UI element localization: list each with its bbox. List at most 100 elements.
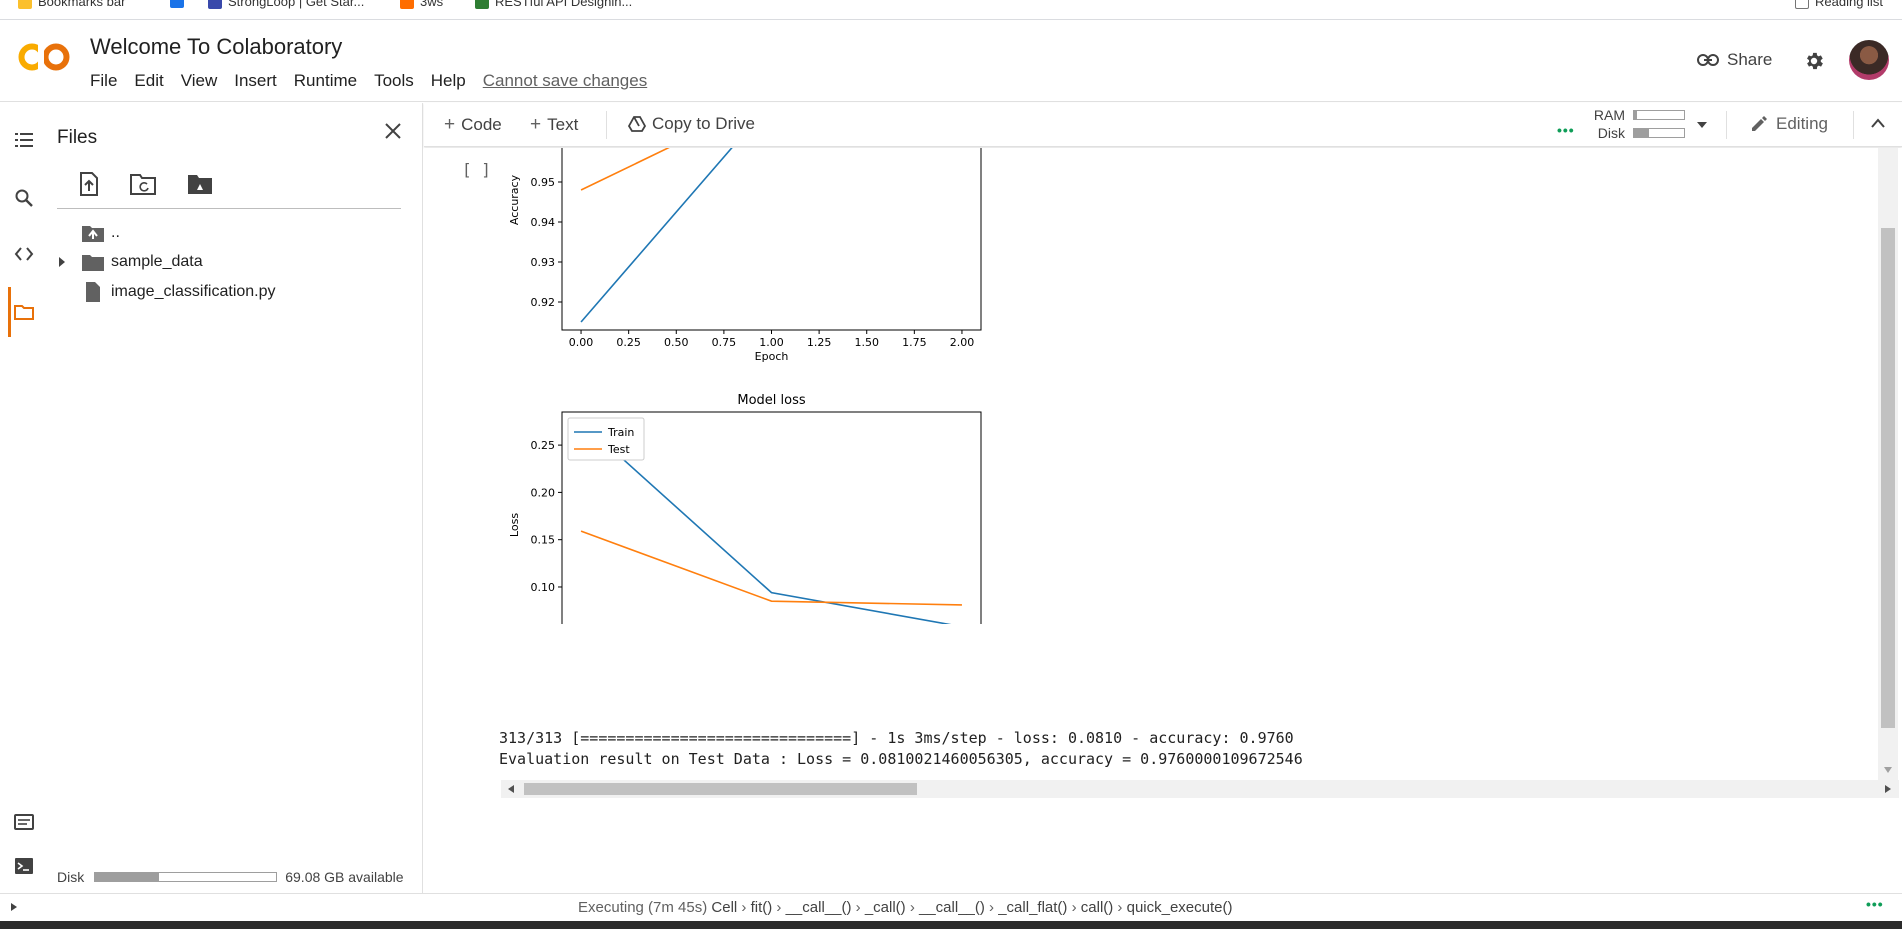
bookmark-maps[interactable] bbox=[170, 0, 184, 8]
refresh-folder-icon[interactable] bbox=[129, 171, 157, 197]
y-axis-label: Accuracy bbox=[508, 174, 521, 225]
trace-separator: › bbox=[1113, 899, 1127, 916]
accuracy-chart: 0.00 0.25 0.50 0.75 1.00 1.25 1.50 1.75 2.00 0.92… bbox=[508, 148, 982, 363]
editing-mode-button[interactable]: Editing bbox=[1750, 114, 1828, 134]
table-of-contents-icon[interactable] bbox=[13, 129, 35, 151]
tree-item-image-classification[interactable]: image_classification.py bbox=[43, 280, 276, 304]
disk-fill bbox=[1634, 129, 1649, 137]
upload-file-icon[interactable] bbox=[77, 171, 101, 197]
share-label: Share bbox=[1727, 50, 1773, 69]
x-tick-label: 1.25 bbox=[807, 336, 832, 349]
mount-drive-icon[interactable] bbox=[186, 171, 214, 197]
app-header: Welcome To Colaboratory File Edit View I… bbox=[0, 20, 1902, 102]
expand-status-icon[interactable] bbox=[10, 902, 18, 912]
series-line-test bbox=[580, 148, 670, 191]
restful-icon bbox=[475, 0, 489, 9]
y-tick-label: 0.96 bbox=[531, 148, 556, 149]
tree-item-sample-data[interactable]: sample_data bbox=[43, 250, 203, 274]
menu-view[interactable]: View bbox=[181, 71, 218, 91]
trace-frame[interactable]: _call() bbox=[865, 899, 906, 916]
files-title: Files bbox=[57, 127, 98, 148]
notebook-title[interactable]: Welcome To Colaboratory bbox=[90, 34, 342, 60]
aws-icon bbox=[400, 0, 414, 9]
reading-list-button[interactable]: Reading list bbox=[1795, 0, 1883, 9]
scroll-down-icon[interactable] bbox=[1884, 766, 1892, 774]
ram-bar bbox=[1633, 110, 1685, 120]
divider bbox=[57, 208, 401, 209]
menu-file[interactable]: File bbox=[90, 71, 117, 91]
files-panel: Files .. sample_data image_classificatio… bbox=[43, 103, 423, 893]
avatar[interactable] bbox=[1849, 40, 1889, 80]
y-tick-label: 0.94 bbox=[531, 216, 556, 229]
tree-item-parent[interactable]: .. bbox=[43, 221, 120, 245]
colab-logo-icon bbox=[18, 42, 70, 72]
status-bar: Executing (7m 45s) Cell › fit() › __call… bbox=[0, 893, 1902, 921]
search-icon[interactable] bbox=[13, 187, 35, 209]
bookmark-bookmarks-bar[interactable]: Bookmarks bar bbox=[18, 0, 125, 9]
bookmark-3ws[interactable]: 3ws bbox=[400, 0, 443, 9]
cannot-save-link[interactable]: Cannot save changes bbox=[483, 71, 647, 91]
notebook-area: [ ] 0.00 0.25 0.50 0.75 1.00 1.25 1.50 1.75 2.00… bbox=[424, 148, 1902, 893]
resource-monitor[interactable]: RAM Disk bbox=[1555, 106, 1685, 142]
folder-icon bbox=[82, 255, 104, 271]
menu-insert[interactable]: Insert bbox=[234, 71, 277, 91]
folder-icon[interactable] bbox=[13, 301, 35, 323]
copy-to-drive-button[interactable]: Copy to Drive bbox=[628, 114, 755, 134]
settings-button[interactable] bbox=[1803, 50, 1825, 77]
bookmark-restful[interactable]: RESTful API Designin... bbox=[475, 0, 632, 9]
vertical-scrollbar[interactable] bbox=[1878, 148, 1898, 780]
x-tick-label: 0.50 bbox=[664, 336, 689, 349]
y-axis-label: Loss bbox=[508, 513, 521, 537]
execution-status[interactable]: Executing (7m 45s) Cell › fit() › __call… bbox=[578, 899, 1233, 916]
plus-icon: + bbox=[444, 114, 456, 135]
trace-frame[interactable]: __call__() bbox=[786, 899, 852, 916]
add-code-button[interactable]: + Code bbox=[444, 114, 502, 136]
y-tick-label: 0.92 bbox=[531, 296, 556, 309]
vertical-scroll-thumb[interactable] bbox=[1881, 228, 1895, 728]
maps-icon bbox=[170, 0, 184, 8]
y-tick-label: 0.20 bbox=[531, 486, 556, 499]
left-rail bbox=[0, 103, 43, 893]
trace-frame[interactable]: __call__() bbox=[919, 899, 985, 916]
trace-separator: › bbox=[772, 899, 786, 916]
trace-frame[interactable]: fit() bbox=[751, 899, 773, 916]
legend-label: Test bbox=[607, 443, 630, 456]
toolbar-divider bbox=[1853, 111, 1854, 139]
trace-separator: › bbox=[1067, 899, 1081, 916]
menu-runtime[interactable]: Runtime bbox=[294, 71, 357, 91]
close-icon[interactable] bbox=[383, 121, 403, 141]
y-tick-label: 0.93 bbox=[531, 256, 556, 269]
add-text-button[interactable]: + Text bbox=[530, 114, 578, 136]
disk-usage-fill bbox=[95, 873, 159, 881]
output-line: 313/313 [==============================]… bbox=[499, 729, 1294, 747]
horizontal-scrollbar[interactable] bbox=[501, 780, 1899, 798]
chevron-down-icon[interactable] bbox=[1696, 120, 1708, 130]
trace-frame[interactable]: quick_execute() bbox=[1127, 899, 1233, 916]
trace-frame[interactable]: call() bbox=[1081, 899, 1114, 916]
os-taskbar bbox=[0, 921, 1902, 929]
menu-edit[interactable]: Edit bbox=[134, 71, 163, 91]
colab-logo[interactable] bbox=[18, 42, 72, 77]
menu-tools[interactable]: Tools bbox=[374, 71, 414, 91]
terminal-icon[interactable] bbox=[13, 855, 35, 877]
horizontal-scroll-thumb[interactable] bbox=[524, 783, 917, 795]
trace-frame[interactable]: _call_flat() bbox=[998, 899, 1067, 916]
share-button[interactable]: Share bbox=[1697, 50, 1772, 70]
link-icon bbox=[1697, 54, 1719, 66]
chevron-right-icon[interactable] bbox=[57, 256, 67, 268]
bookmark-strongloop[interactable]: StrongLoop | Get Star... bbox=[208, 0, 364, 9]
strongloop-icon bbox=[208, 0, 222, 9]
scroll-left-icon[interactable] bbox=[507, 784, 515, 794]
x-tick-label: 0.00 bbox=[569, 336, 594, 349]
bookmarks-bar: Bookmarks bar StrongLoop | Get Star... 3… bbox=[0, 0, 1902, 20]
command-palette-icon[interactable] bbox=[13, 811, 35, 833]
menu-help[interactable]: Help bbox=[431, 71, 466, 91]
ram-fill bbox=[1634, 111, 1637, 119]
legend-label: Train bbox=[607, 426, 634, 439]
x-tick-label: 1.75 bbox=[902, 336, 927, 349]
scroll-right-icon[interactable] bbox=[1884, 784, 1892, 794]
chevron-up-icon[interactable] bbox=[1870, 117, 1886, 129]
trace-cell[interactable]: Cell bbox=[711, 899, 737, 916]
menu-bar: File Edit View Insert Runtime Tools Help… bbox=[90, 71, 664, 91]
code-snippets-icon[interactable] bbox=[13, 243, 35, 265]
